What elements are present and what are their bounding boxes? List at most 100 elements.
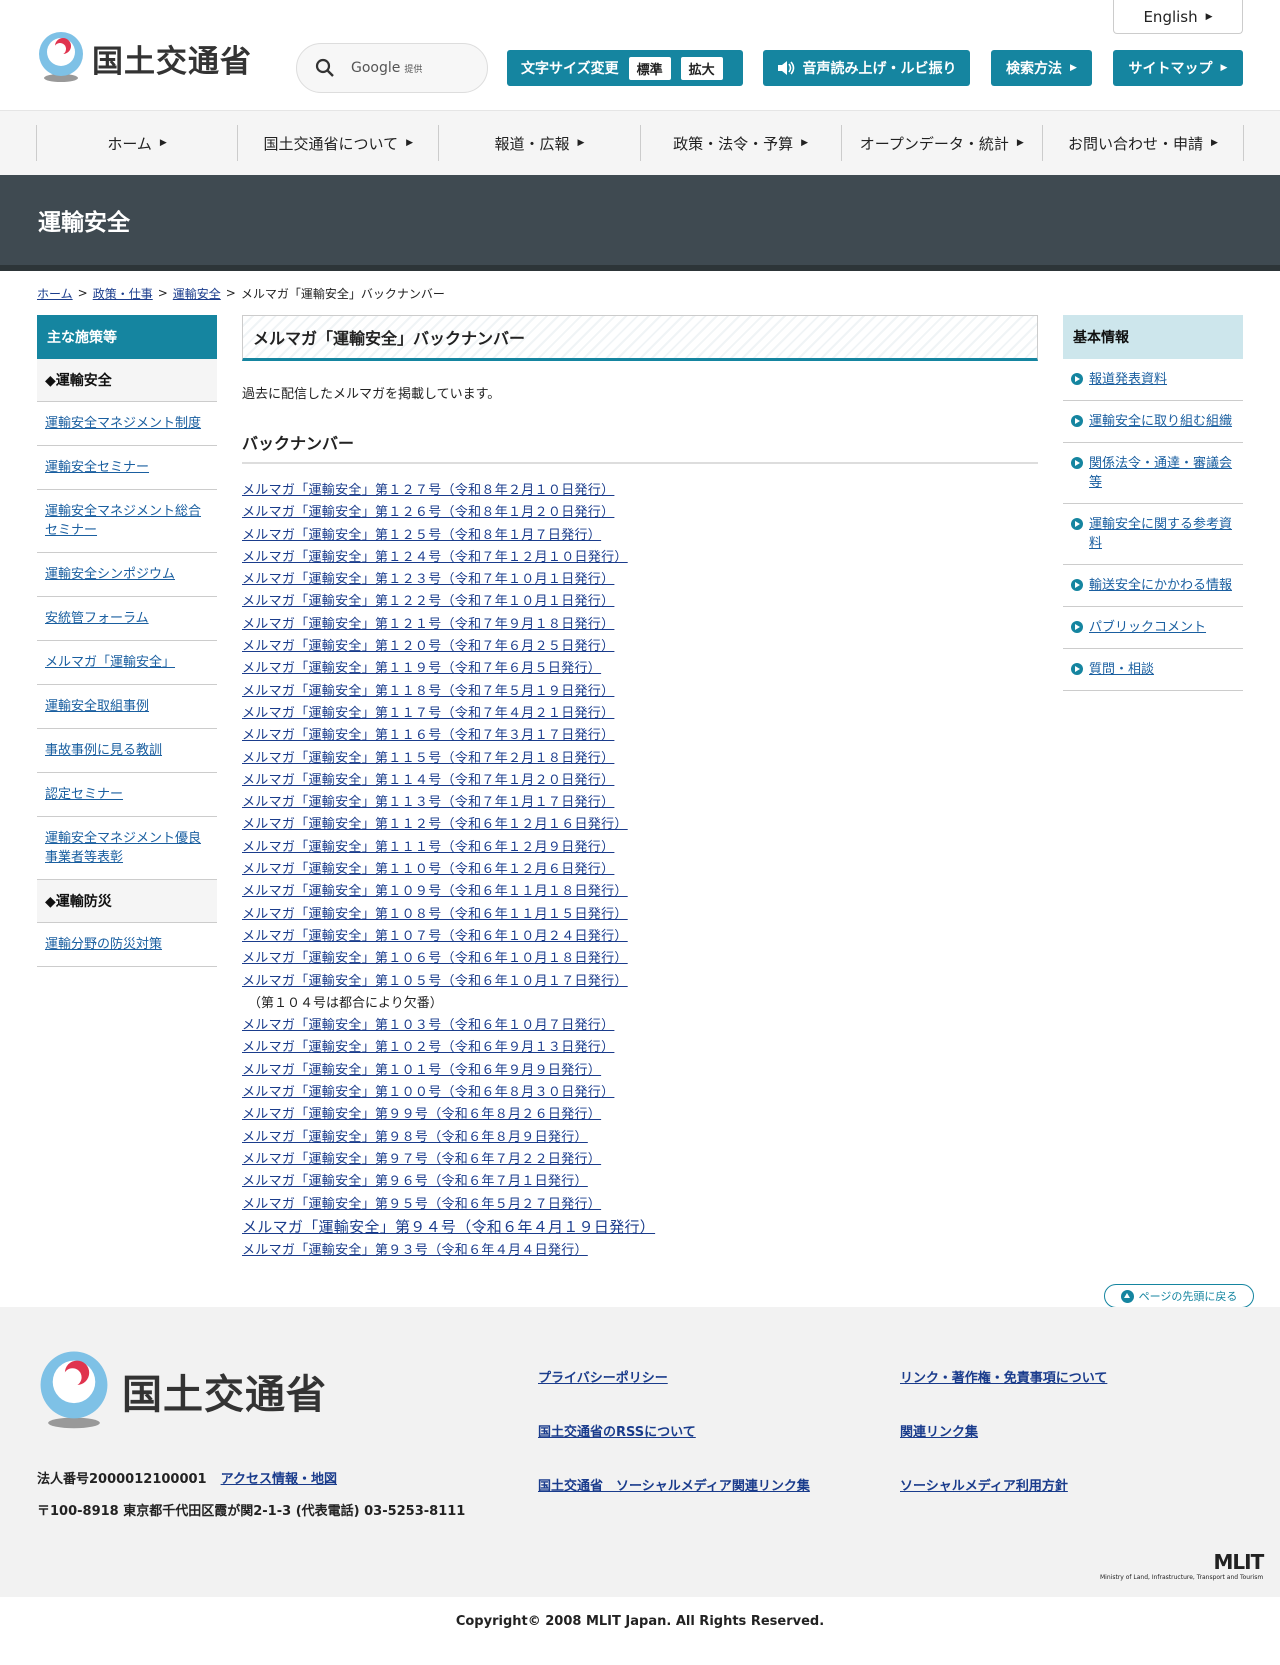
corporate-number: 法人番号2000012100001 bbox=[37, 1472, 207, 1487]
issue-link[interactable]: メルマガ「運輸安全」第１００号（令和６年８月３０日発行） bbox=[242, 1085, 614, 1100]
audio-ruby-button[interactable]: 音声読み上げ・ルビ振り bbox=[763, 50, 970, 86]
sidebar-item: 安統管フォーラム bbox=[37, 597, 217, 641]
breadcrumb-home[interactable]: ホーム bbox=[37, 285, 73, 302]
issue-link[interactable]: メルマガ「運輸安全」第９５号（令和６年５月２７日発行） bbox=[242, 1197, 601, 1212]
sidebar-link[interactable]: 安統管フォーラム bbox=[45, 611, 149, 626]
breadcrumb: ホーム > 政策・仕事 > 運輸安全 > メルマガ「運輸安全」バックナンバー bbox=[0, 271, 1280, 315]
issue-link[interactable]: メルマガ「運輸安全」第１０２号（令和６年９月１３日発行） bbox=[242, 1040, 614, 1055]
issue-link[interactable]: メルマガ「運輸安全」第１１０号（令和６年１２月６日発行） bbox=[242, 862, 614, 877]
gnav-label: ホーム bbox=[107, 134, 152, 153]
issue-link[interactable]: メルマガ「運輸安全」第１１１号（令和６年１２月９日発行） bbox=[242, 840, 614, 855]
sidebar-link[interactable]: 報道発表資料 bbox=[1089, 372, 1167, 387]
sidebar-link[interactable]: 質問・相談 bbox=[1089, 662, 1154, 677]
mlit-emblem-icon bbox=[40, 1351, 108, 1429]
footer-link-social[interactable]: 国土交通省 ソーシャルメディア関連リンク集 bbox=[538, 1475, 810, 1494]
list-item: メルマガ「運輸安全」第１２２号（令和７年１０月１日発行） bbox=[242, 591, 1038, 613]
sidebar-link[interactable]: 運輸安全マネジメント優良事業者等表彰 bbox=[45, 831, 201, 865]
site-logo[interactable]: 国土交通省 bbox=[36, 32, 252, 84]
sidebar-link[interactable]: 運輸安全マネジメント総合セミナー bbox=[45, 504, 201, 538]
list-item: メルマガ「運輸安全」第９５号（令和６年５月２７日発行） bbox=[242, 1194, 1038, 1216]
issue-link[interactable]: メルマガ「運輸安全」第１０３号（令和６年１０月７日発行） bbox=[242, 1018, 614, 1033]
issue-link[interactable]: メルマガ「運輸安全」第１１７号（令和７年４月２１日発行） bbox=[242, 706, 614, 721]
issue-link[interactable]: メルマガ「運輸安全」第１０５号（令和６年１０月１７日発行） bbox=[242, 974, 628, 989]
gnav-policy[interactable]: 政策・法令・予算 ▶ bbox=[639, 125, 841, 161]
gnav-press[interactable]: 報道・広報 ▶ bbox=[438, 125, 639, 161]
content-title: メルマガ「運輸安全」バックナンバー bbox=[242, 315, 1038, 361]
footer-link-rss[interactable]: 国土交通省のRSSについて bbox=[538, 1421, 810, 1440]
issue-link[interactable]: メルマガ「運輸安全」第１０８号（令和６年１１月１５日発行） bbox=[242, 907, 628, 922]
gnav-opendata[interactable]: オープンデータ・統計 ▶ bbox=[840, 125, 1042, 161]
issue-link[interactable]: メルマガ「運輸安全」第１２０号（令和７年６月２５日発行） bbox=[242, 639, 614, 654]
backnumber-heading: バックナンバー bbox=[242, 430, 1038, 464]
list-item: メルマガ「運輸安全」第１０９号（令和６年１１月１８日発行） bbox=[242, 881, 1038, 903]
site-footer: 国土交通省 法人番号2000012100001 アクセス情報・地図 〒100-89… bbox=[0, 1307, 1280, 1597]
issue-link[interactable]: メルマガ「運輸安全」第１２５号（令和８年１月７日発行） bbox=[242, 528, 601, 543]
breadcrumb-transport-safety[interactable]: 運輸安全 bbox=[173, 285, 221, 302]
issue-link[interactable]: メルマガ「運輸安全」第１２１号（令和７年９月１８日発行） bbox=[242, 617, 614, 632]
search-howto-button[interactable]: 検索方法 ▶ bbox=[991, 50, 1092, 86]
gnav-about[interactable]: 国土交通省について ▶ bbox=[237, 125, 438, 161]
sidebar-link[interactable]: メルマガ「運輸安全」 bbox=[45, 655, 175, 670]
font-size-large-button[interactable]: 拡大 bbox=[680, 56, 723, 80]
list-item: メルマガ「運輸安全」第１１２号（令和６年１２月１６日発行） bbox=[242, 814, 1038, 836]
issue-link[interactable]: メルマガ「運輸安全」第１０１号（令和６年９月９日発行） bbox=[242, 1063, 601, 1078]
issue-link[interactable]: メルマガ「運輸安全」第９８号（令和６年８月９日発行） bbox=[242, 1130, 588, 1145]
issue-link[interactable]: メルマガ「運輸安全」第９４号（令和６年４月１９日発行） bbox=[242, 1218, 655, 1236]
issue-link[interactable]: メルマガ「運輸安全」第１２４号（令和７年１２月１０日発行） bbox=[242, 550, 628, 565]
issue-link[interactable]: メルマガ「運輸安全」第１１９号（令和７年６月５日発行） bbox=[242, 661, 601, 676]
issue-link[interactable]: メルマガ「運輸安全」第１１２号（令和６年１２月１６日発行） bbox=[242, 817, 628, 832]
issue-link[interactable]: メルマガ「運輸安全」第９３号（令和６年４月４日発行） bbox=[242, 1243, 588, 1258]
sidebar-link[interactable]: パブリックコメント bbox=[1089, 620, 1206, 635]
sidebar-link[interactable]: 輸送安全にかかわる情報 bbox=[1089, 578, 1232, 593]
issue-link[interactable]: メルマガ「運輸安全」第１１３号（令和７年１月１７日発行） bbox=[242, 795, 614, 810]
breadcrumb-policy[interactable]: 政策・仕事 bbox=[93, 285, 153, 302]
sidebar-link[interactable]: 運輸安全マネジメント制度 bbox=[45, 416, 201, 431]
triangle-right-icon: ▶ bbox=[406, 138, 413, 148]
footer-link-related[interactable]: 関連リンク集 bbox=[900, 1421, 1107, 1440]
issue-link[interactable]: メルマガ「運輸安全」第１０９号（令和６年１１月１８日発行） bbox=[242, 884, 628, 899]
list-item: メルマガ「運輸安全」第１０５号（令和６年１０月１７日発行） bbox=[242, 971, 1038, 993]
gnav-contact[interactable]: お問い合わせ・申請 ▶ bbox=[1041, 125, 1245, 161]
list-item: メルマガ「運輸安全」第１２６号（令和８年１月２０日発行） bbox=[242, 502, 1038, 524]
issue-link[interactable]: メルマガ「運輸安全」第１２３号（令和７年１０月１日発行） bbox=[242, 572, 614, 587]
sidebar-link[interactable]: 運輸安全に取り組む組織 bbox=[1089, 414, 1232, 429]
access-link[interactable]: アクセス情報・地図 bbox=[221, 1472, 337, 1487]
left-sidebar: 主な施策等 ◆運輸安全 運輸安全マネジメント制度 運輸安全セミナー 運輸安全マネ… bbox=[37, 315, 217, 967]
issue-link[interactable]: メルマガ「運輸安全」第１１５号（令和７年２月１８日発行） bbox=[242, 751, 614, 766]
page-banner: 運輸安全 bbox=[0, 175, 1280, 271]
sitemap-button[interactable]: サイトマップ ▶ bbox=[1113, 50, 1243, 86]
sidebar-link[interactable]: 認定セミナー bbox=[45, 787, 123, 802]
issue-link[interactable]: メルマガ「運輸安全」第１２６号（令和８年１月２０日発行） bbox=[242, 505, 614, 520]
list-item: メルマガ「運輸安全」第１０８号（令和６年１１月１５日発行） bbox=[242, 904, 1038, 926]
page-top-button[interactable]: ページの先頭に戻る bbox=[1104, 1284, 1254, 1308]
sidebar-link[interactable]: 運輸安全取組事例 bbox=[45, 699, 149, 714]
list-item: メルマガ「運輸安全」第９９号（令和６年８月２６日発行） bbox=[242, 1104, 1038, 1126]
issue-link[interactable]: メルマガ「運輸安全」第９７号（令和６年７月２２日発行） bbox=[242, 1152, 601, 1167]
english-button[interactable]: English ▶ bbox=[1113, 0, 1243, 34]
sidebar-item: 運輸安全シンポジウム bbox=[37, 553, 217, 597]
sidebar-link[interactable]: 運輸安全に関する参考資料 bbox=[1089, 517, 1232, 551]
list-item: メルマガ「運輸安全」第９６号（令和６年７月１日発行） bbox=[242, 1171, 1038, 1193]
issue-link[interactable]: メルマガ「運輸安全」第１０６号（令和６年１０月１８日発行） bbox=[242, 951, 628, 966]
issue-link[interactable]: メルマガ「運輸安全」第１２７号（令和８年２月１０日発行） bbox=[242, 483, 614, 498]
issue-link[interactable]: メルマガ「運輸安全」第９９号（令和６年８月２６日発行） bbox=[242, 1107, 601, 1122]
sidebar-link[interactable]: 運輸安全シンポジウム bbox=[45, 567, 175, 582]
issue-link[interactable]: メルマガ「運輸安全」第１０７号（令和６年１０月２４日発行） bbox=[242, 929, 628, 944]
sidebar-link[interactable]: 関係法令・通達・審議会等 bbox=[1089, 456, 1232, 490]
font-size-standard-button[interactable]: 標準 bbox=[628, 56, 671, 80]
sidebar-link[interactable]: 事故事例に見る教訓 bbox=[45, 743, 162, 758]
search-input[interactable]: Google 提供 bbox=[296, 43, 488, 93]
footer-link-privacy[interactable]: プライバシーポリシー bbox=[538, 1367, 810, 1386]
sidebar-link[interactable]: 運輸安全セミナー bbox=[45, 460, 149, 475]
list-item: メルマガ「運輸安全」第１２５号（令和８年１月７日発行） bbox=[242, 525, 1038, 547]
issue-link[interactable]: メルマガ「運輸安全」第１１４号（令和７年１月２０日発行） bbox=[242, 773, 614, 788]
issue-link[interactable]: メルマガ「運輸安全」第９６号（令和６年７月１日発行） bbox=[242, 1174, 588, 1189]
issue-link[interactable]: メルマガ「運輸安全」第１１６号（令和７年３月１７日発行） bbox=[242, 728, 614, 743]
footer-logo[interactable]: 国土交通省 bbox=[36, 1349, 327, 1433]
issue-link[interactable]: メルマガ「運輸安全」第１１８号（令和７年５月１９日発行） bbox=[242, 684, 614, 699]
sidebar-link[interactable]: 運輸分野の防災対策 bbox=[45, 937, 162, 952]
issue-link[interactable]: メルマガ「運輸安全」第１２２号（令和７年１０月１日発行） bbox=[242, 594, 614, 609]
footer-link-social-policy[interactable]: ソーシャルメディア利用方針 bbox=[900, 1475, 1107, 1494]
gnav-home[interactable]: ホーム ▶ bbox=[36, 125, 237, 161]
footer-link-copyright[interactable]: リンク・著作権・免責事項について bbox=[900, 1367, 1107, 1386]
